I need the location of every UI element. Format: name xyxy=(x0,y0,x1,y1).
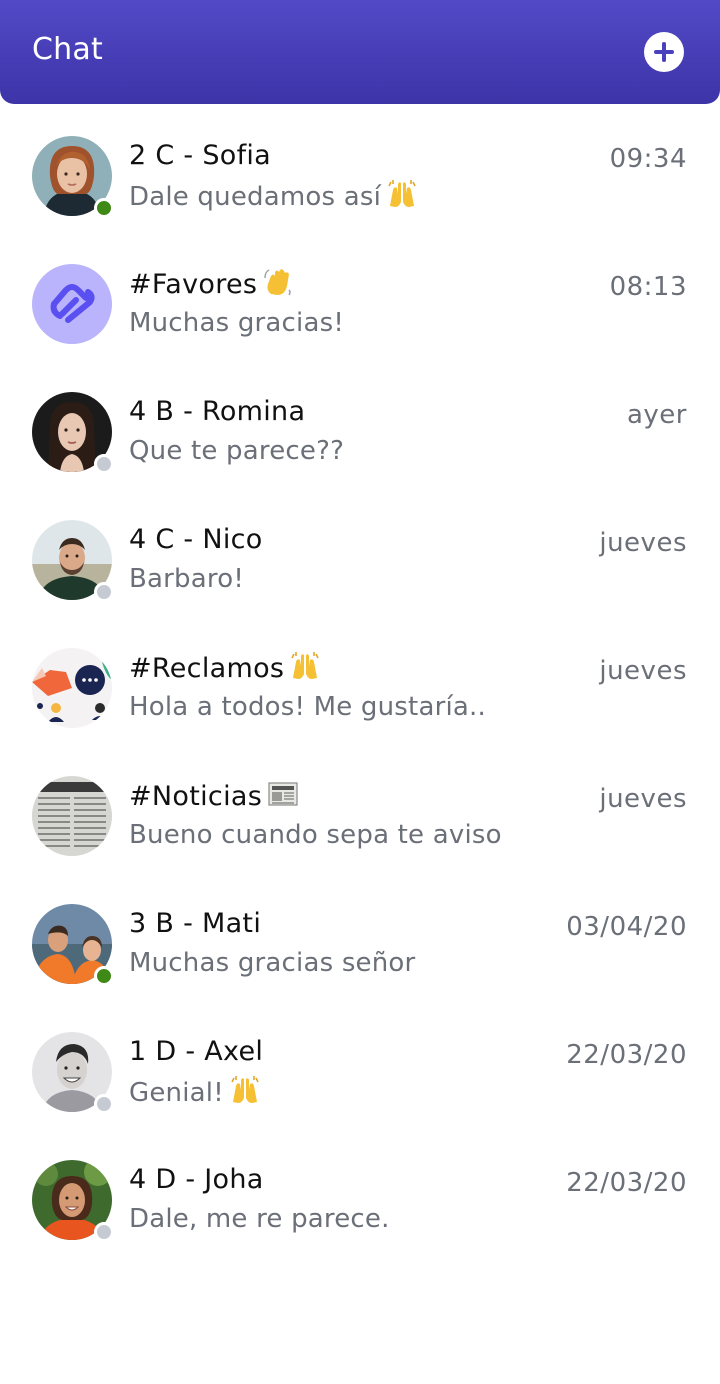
avatar-container xyxy=(32,264,112,344)
chat-preview: Barbaro! xyxy=(129,564,244,594)
chat-preview: Dale, me re parece. xyxy=(129,1204,390,1234)
chat-row-romina[interactable]: 4 B - Romina Que te parece?? ayer xyxy=(0,360,720,488)
chat-timestamp: jueves xyxy=(599,656,687,686)
chat-row-noticias[interactable]: #Noticias Bueno cuando sepa te aviso jue… xyxy=(0,744,720,872)
chat-preview: Hola a todos! Me gustaría.. xyxy=(129,692,486,722)
online-status-indicator xyxy=(94,198,114,218)
avatar-container xyxy=(32,776,112,856)
chat-row-favores[interactable]: #Favores Muchas gracias! 08:13 xyxy=(0,232,720,360)
group-avatar xyxy=(32,648,112,728)
new-chat-button[interactable] xyxy=(644,32,684,72)
offline-status-indicator xyxy=(94,454,114,474)
avatar-container xyxy=(32,1160,114,1242)
online-status-indicator xyxy=(94,966,114,986)
chat-row-reclamos[interactable]: #Reclamos Hola a todos! Me gustaría.. ju… xyxy=(0,616,720,744)
chat-name: 3 B - Mati xyxy=(129,908,262,939)
avatar-container xyxy=(32,136,114,218)
chat-timestamp: 09:34 xyxy=(609,144,687,174)
offline-status-indicator xyxy=(94,582,114,602)
chat-preview: Que te parece?? xyxy=(129,436,345,466)
avatar-container xyxy=(32,904,114,986)
chat-row-axel[interactable]: 1 D - Axel Genial! 22/03/20 xyxy=(0,1000,720,1128)
chat-preview: Bueno cuando sepa te aviso xyxy=(129,820,502,850)
chat-row-sofia[interactable]: 2 C - Sofia Dale quedamos así 09:34 xyxy=(0,104,720,232)
chat-name: 4 D - Joha xyxy=(129,1164,264,1195)
chat-name: 4 B - Romina xyxy=(129,396,306,427)
avatar-container xyxy=(32,1032,114,1114)
chat-preview: Muchas gracias! xyxy=(129,308,344,338)
chat-preview: Muchas gracias señor xyxy=(129,948,416,978)
chat-name: #Reclamos xyxy=(129,652,320,684)
chat-name: 4 C - Nico xyxy=(129,524,263,555)
chat-row-nico[interactable]: 4 C - Nico Barbaro! jueves xyxy=(0,488,720,616)
chat-timestamp: ayer xyxy=(626,400,687,430)
chat-preview: Dale quedamos así xyxy=(129,180,417,212)
chat-name: 2 C - Sofia xyxy=(129,140,272,171)
waving-hand-emoji-icon xyxy=(264,269,292,296)
raising-hands-emoji-icon xyxy=(291,652,319,679)
chat-timestamp: 08:13 xyxy=(609,272,687,302)
chat-timestamp: jueves xyxy=(599,528,687,558)
chat-timestamp: 22/03/20 xyxy=(566,1168,687,1198)
avatar-container xyxy=(32,520,114,602)
group-avatar xyxy=(32,776,112,856)
group-avatar xyxy=(32,264,112,344)
app-header: Chat xyxy=(0,0,720,104)
offline-status-indicator xyxy=(94,1222,114,1242)
chat-row-joha[interactable]: 4 D - Joha Dale, me re parece. 22/03/20 xyxy=(0,1128,720,1256)
chat-name: #Noticias xyxy=(129,780,298,812)
page-title: Chat xyxy=(32,32,103,67)
newspaper-emoji-icon xyxy=(268,782,298,806)
chat-timestamp: 03/04/20 xyxy=(566,912,687,942)
chat-row-mati[interactable]: 3 B - Mati Muchas gracias señor 03/04/20 xyxy=(0,872,720,1000)
raising-hands-emoji-icon xyxy=(231,1076,259,1103)
chat-timestamp: jueves xyxy=(599,784,687,814)
chat-name: #Favores xyxy=(129,268,293,300)
avatar-container xyxy=(32,392,114,474)
chat-name: 1 D - Axel xyxy=(129,1036,264,1067)
raising-hands-emoji-icon xyxy=(388,180,416,207)
chat-preview: Genial! xyxy=(129,1076,260,1108)
avatar-container xyxy=(32,648,112,728)
chat-timestamp: 22/03/20 xyxy=(566,1040,687,1070)
offline-status-indicator xyxy=(94,1094,114,1114)
chat-list: 2 C - Sofia Dale quedamos así 09:34 #Fav… xyxy=(0,104,720,1256)
